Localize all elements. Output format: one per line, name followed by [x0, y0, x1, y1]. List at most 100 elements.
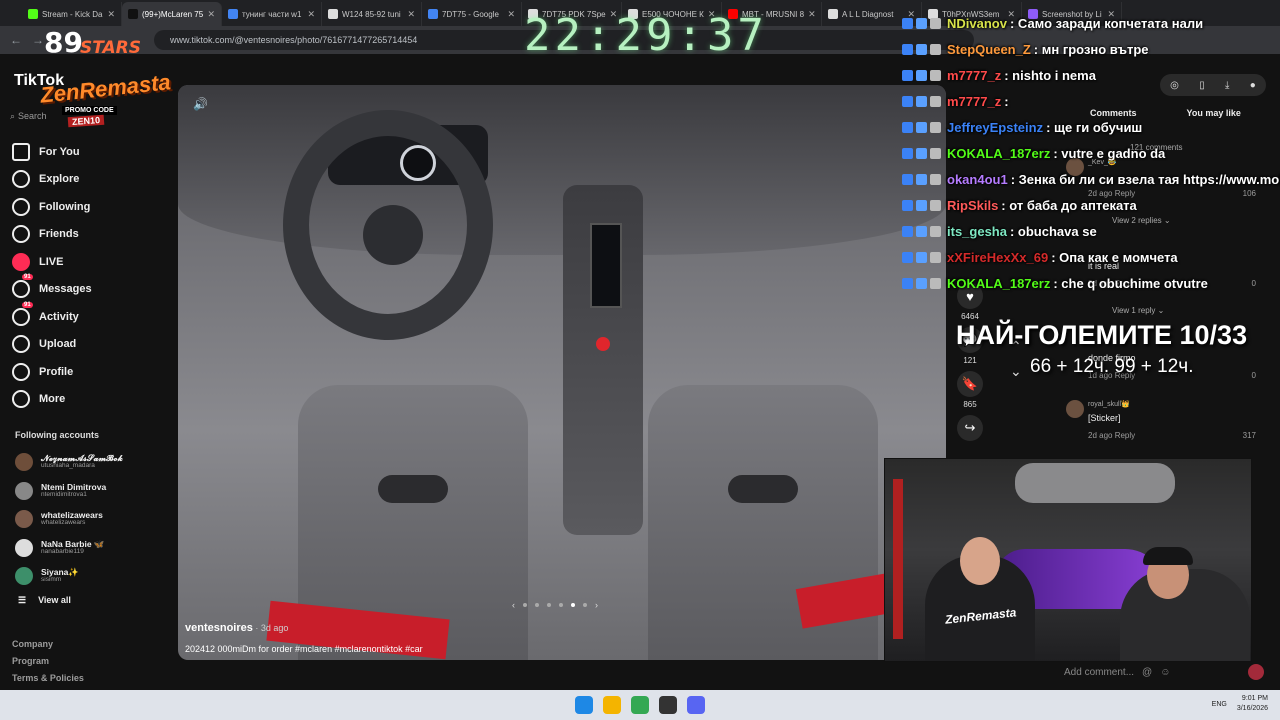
avatar	[15, 481, 33, 500]
carousel-dot-active[interactable]	[571, 603, 575, 607]
carousel-dot[interactable]	[559, 603, 563, 607]
action-count: 121	[963, 356, 977, 365]
chat-badge-icon	[902, 43, 913, 55]
comment-meta[interactable]: 2d ago Reply	[1088, 431, 1135, 440]
tab-favicon-icon	[328, 9, 338, 19]
chat-username[interactable]: xXFireHexXx_69	[947, 250, 1048, 265]
following-account[interactable]: Ntemi Dimitrova ntemidimitrova1	[15, 477, 165, 506]
forward-button[interactable]: →	[32, 33, 44, 47]
back-button[interactable]: ←	[10, 33, 22, 47]
bookmark-button[interactable]: 🔖 865	[957, 371, 983, 409]
chevron-down-icon[interactable]: ⌄	[1010, 363, 1022, 380]
chrome-icon[interactable]	[631, 696, 649, 714]
chat-badge-icon	[916, 251, 927, 263]
chat-username[interactable]: JeffreyEpsteinz	[947, 120, 1043, 135]
comment-user[interactable]: royal_skull👑	[1088, 400, 1130, 408]
emoji-icon[interactable]: ☺	[1160, 667, 1170, 678]
carousel-dot[interactable]	[547, 603, 551, 607]
close-icon[interactable]: ✕	[107, 9, 115, 20]
chat-badge-icon	[916, 173, 927, 185]
chat-username[interactable]: NDivanov	[947, 16, 1007, 31]
chat-text: : nishto i nema	[1004, 67, 1096, 83]
share-button[interactable]: ↪	[957, 415, 983, 444]
post-photo[interactable]: 🔊 ‹ › ventesnoires · 3d ago 202412 000mi…	[178, 85, 946, 660]
clock-display[interactable]: 9:01 PM 3/16/2026	[1237, 694, 1268, 714]
zenremasta-title: ZenRemasta	[38, 69, 172, 108]
file-explorer-icon[interactable]	[603, 696, 621, 714]
chevron-left-icon[interactable]: ‹	[512, 600, 515, 610]
view-all-link[interactable]: ☰ View all	[18, 595, 71, 606]
browser-tab[interactable]: (99+)McLaren 75 ✕	[122, 2, 222, 26]
chat-message: xXFireHexXx_69: Опа как е момчета	[902, 244, 1280, 270]
post-username[interactable]: ventesnoires	[185, 622, 253, 634]
browser-tab[interactable]: 7DT75 - Google ✕	[422, 2, 522, 26]
system-tray: ENG 9:01 PM 3/16/2026	[1212, 694, 1268, 714]
close-icon[interactable]: ✕	[507, 9, 515, 20]
close-icon[interactable]: ✕	[307, 9, 315, 20]
sidebar-item-activity[interactable]: 91 Activity	[12, 301, 162, 331]
footer-link-company[interactable]: Company	[12, 636, 84, 653]
carousel-dot[interactable]	[523, 603, 527, 607]
chat-message: m7777_z:	[902, 88, 1280, 114]
tab-title: тунинг части w1	[242, 9, 302, 19]
tab-favicon-icon	[28, 9, 38, 19]
chat-username[interactable]: KOKALA_187erz	[947, 146, 1050, 161]
add-comment-bar: Add comment... @ ☺	[1064, 662, 1264, 682]
sidebar-item-messages[interactable]: 91 Messages	[12, 274, 162, 304]
account-text: Ntemi Dimitrova ntemidimitrova1	[41, 482, 106, 499]
chat-username[interactable]: m7777_z	[947, 94, 1001, 109]
post-author[interactable]: ventesnoires · 3d ago	[185, 622, 288, 634]
sidebar-item-profile[interactable]: Profile	[12, 358, 162, 386]
search-input[interactable]: ⌕ Search	[10, 106, 70, 126]
browser-tab[interactable]: W124 85-92 tuni ✕	[322, 2, 422, 26]
browser-tab[interactable]: тунинг части w1 ✕	[222, 2, 322, 26]
comment-likes[interactable]: 317	[1243, 431, 1256, 440]
avatar[interactable]	[1066, 400, 1084, 418]
sidebar-item-live[interactable]: LIVE	[12, 248, 162, 276]
close-icon[interactable]: ✕	[808, 9, 816, 20]
discord-icon[interactable]	[687, 696, 705, 714]
chevron-right-icon[interactable]: ›	[595, 600, 598, 610]
following-account[interactable]: Siyana✨ sisimm	[15, 562, 165, 591]
chat-username[interactable]: m7777_z	[947, 68, 1001, 83]
account-text: NaNa Barbie 🦋 nanabarbie119	[41, 539, 105, 556]
chat-username[interactable]: KOKALA_187erz	[947, 276, 1050, 291]
tab-title: (99+)McLaren 75	[142, 9, 204, 19]
chat-username[interactable]: okan4ou1	[947, 172, 1008, 187]
chat-badge-icon	[916, 43, 927, 55]
sidebar-item-explore[interactable]: Explore	[12, 166, 162, 194]
comment-likes[interactable]: 0	[1252, 371, 1256, 380]
sidebar-item-more[interactable]: More	[12, 386, 162, 414]
close-icon[interactable]: ✕	[407, 9, 415, 20]
volume-icon[interactable]: 🔊	[193, 97, 208, 111]
avatar	[15, 567, 33, 586]
following-account[interactable]: NaNa Barbie 🦋 nanabarbie119	[15, 534, 165, 563]
footer-link-terms[interactable]: Terms & Policies	[12, 670, 84, 687]
chat-username[interactable]: RipSkils	[947, 198, 998, 213]
following-account[interactable]: whatelizawears whatelizawears	[15, 505, 165, 534]
mention-icon[interactable]: @	[1142, 667, 1152, 678]
carousel-dot[interactable]	[535, 603, 539, 607]
sidebar-item-following[interactable]: Following	[12, 193, 162, 221]
browser-tab[interactable]: Stream - Kick Da ✕	[22, 2, 122, 26]
add-comment-input[interactable]: Add comment...	[1064, 667, 1134, 678]
view-replies-link[interactable]: View 1 reply ⌄	[1112, 306, 1164, 315]
language-indicator[interactable]: ENG	[1212, 701, 1227, 708]
following-account[interactable]: 𝓝𝓮𝔃𝓷𝓪𝓶𝓐𝓼𝓢𝓪𝓶𝓑𝓸𝓴 utushiaha_madara	[15, 448, 165, 477]
obs-icon[interactable]	[659, 696, 677, 714]
sidebar-item-upload[interactable]: Upload	[12, 331, 162, 359]
chat-message: KOKALA_187erz: che q obuchime otvutre	[902, 270, 1280, 296]
chat-text: : vutre e gadno da	[1053, 145, 1166, 161]
close-icon[interactable]: ✕	[207, 9, 215, 20]
post-comment-button[interactable]	[1248, 664, 1264, 680]
sidebar-item-for-you[interactable]: For You	[12, 138, 162, 166]
following-accounts-list: 𝓝𝓮𝔃𝓷𝓪𝓶𝓐𝓼𝓢𝓪𝓶𝓑𝓸𝓴 utushiaha_madara Ntemi Dimi…	[15, 448, 165, 591]
chat-badge-icon	[930, 251, 941, 263]
chat-username[interactable]: its_gesha	[947, 224, 1007, 239]
carousel-dot[interactable]	[583, 603, 587, 607]
sidebar-item-label: Activity	[39, 310, 79, 323]
sidebar-item-friends[interactable]: Friends	[12, 221, 162, 249]
chat-username[interactable]: StepQueen_Z	[947, 42, 1031, 57]
footer-link-program[interactable]: Program	[12, 653, 84, 670]
windows-start-icon[interactable]	[575, 696, 593, 714]
